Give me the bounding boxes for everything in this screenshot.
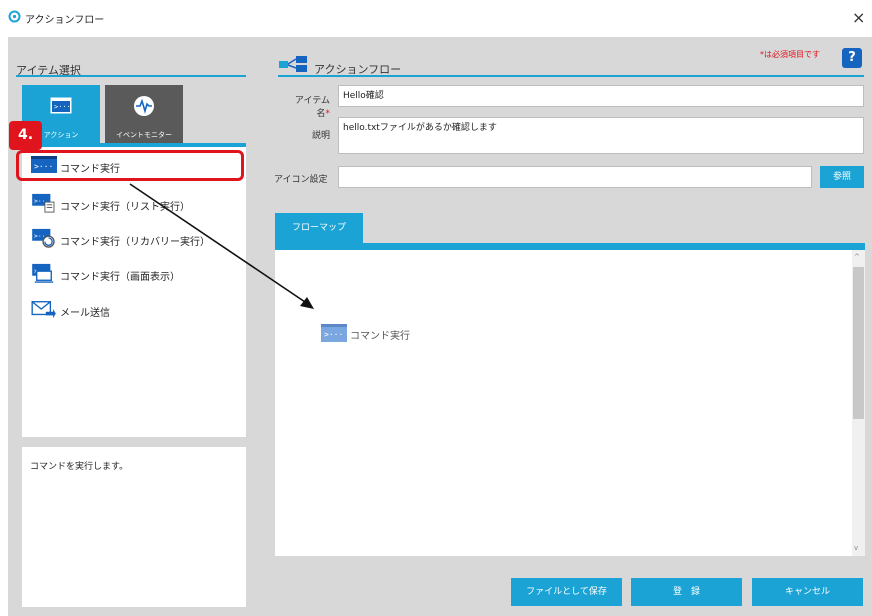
- command-list-icon: >··: [32, 193, 55, 213]
- command-icon: >···: [321, 324, 347, 342]
- register-button[interactable]: 登 録: [631, 578, 742, 606]
- flow-icon: [279, 56, 307, 72]
- browse-button[interactable]: 参照: [820, 166, 864, 188]
- tab-event-label: イベントモニター: [116, 131, 172, 139]
- save-as-file-button[interactable]: ファイルとして保存: [511, 578, 622, 606]
- title-bar: アクションフロー ×: [0, 0, 872, 37]
- tab-flowmap[interactable]: フローマップ: [275, 213, 363, 244]
- scroll-down-arrow[interactable]: v: [854, 544, 858, 552]
- flow-node-label: コマンド実行: [350, 331, 410, 342]
- item-name-label: アイテム名*: [294, 96, 330, 119]
- required-note: *は必須項目です: [760, 50, 820, 59]
- divider: [16, 75, 246, 77]
- item-list: [22, 147, 246, 437]
- description-label: 説明: [311, 131, 330, 141]
- flowmap-canvas[interactable]: [275, 250, 852, 556]
- mail-send-icon: [31, 301, 56, 319]
- svg-text:>···: >···: [324, 330, 343, 339]
- command-screen-icon: >··: [32, 263, 54, 283]
- app-icon: [8, 10, 21, 23]
- window-title: アクションフロー: [25, 15, 105, 26]
- list-item-label: コマンド実行（リカバリー実行）: [60, 237, 210, 248]
- tab-event-monitor[interactable]: イベントモニター: [105, 85, 183, 147]
- command-recovery-icon: >··: [32, 228, 55, 248]
- list-item-label: コマンド実行（画面表示）: [60, 272, 180, 283]
- divider: [278, 75, 864, 77]
- description-input[interactable]: hello.txtファイルがあるか確認します: [338, 117, 864, 154]
- item-description-text: コマンドを実行します。: [30, 462, 129, 472]
- scrollbar-thumb[interactable]: [853, 267, 864, 419]
- scroll-up-arrow[interactable]: ^: [854, 253, 860, 261]
- item-name-input[interactable]: Hello確認: [338, 85, 864, 107]
- cancel-button[interactable]: キャンセル: [752, 578, 863, 606]
- help-button[interactable]: ?: [842, 48, 862, 68]
- list-item-label: コマンド実行（リスト実行）: [60, 202, 190, 213]
- svg-text:>···: >···: [54, 103, 71, 111]
- list-item-label: メール送信: [60, 308, 110, 319]
- pulse-icon: [134, 96, 154, 116]
- svg-text:>··: >··: [34, 198, 46, 205]
- command-icon: >···: [50, 97, 72, 114]
- flowmap-header-bar: [275, 243, 865, 250]
- icon-setting-input[interactable]: [338, 166, 812, 188]
- close-icon[interactable]: ×: [852, 8, 865, 27]
- selection-highlight: [16, 150, 244, 181]
- item-description-box: コマンドを実行します。: [22, 447, 246, 607]
- icon-setting-label: アイコン設定: [274, 175, 328, 185]
- step-badge: 4.: [9, 121, 42, 150]
